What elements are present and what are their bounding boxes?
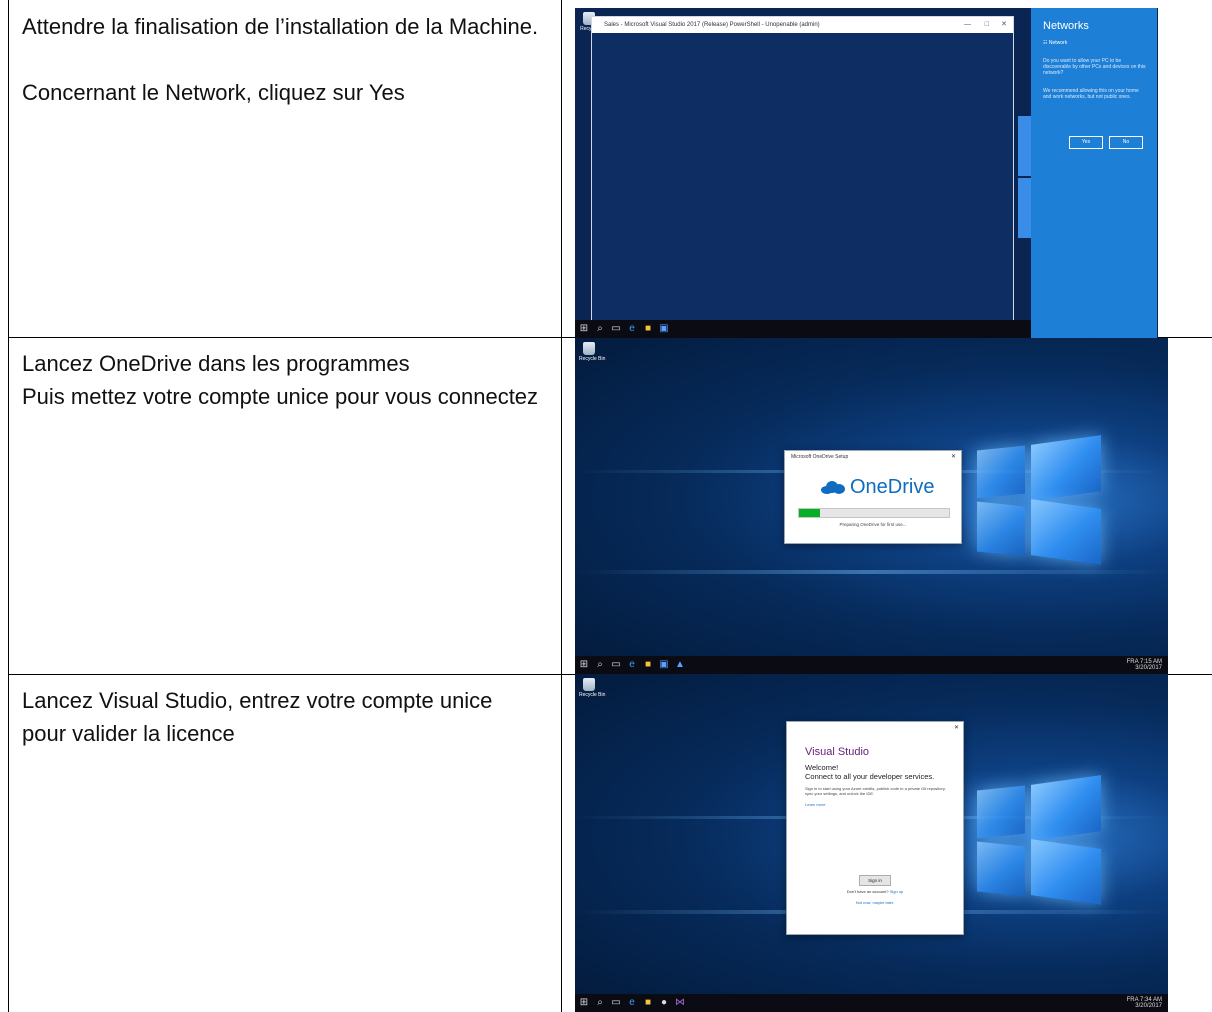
powershell-icon[interactable]: ▣ — [659, 660, 669, 670]
search-icon[interactable]: ⌕ — [595, 660, 605, 670]
recycle-bin-icon[interactable]: Recycle Bin — [579, 678, 605, 698]
tray-date: 3/20/2017 — [1135, 1003, 1162, 1009]
recommendation-text: We recommend allowing this on your home … — [1043, 88, 1139, 100]
window-titlebar: Sales - Microsoft Visual Studio 2017 (Re… — [592, 17, 1013, 33]
taskbar: ⊞ ⌕ ▭ e ■ ● ⋈ FRA 7:34 AM 3/20/2017 — [575, 994, 1168, 1012]
console-area[interactable] — [592, 33, 1013, 325]
tray-date: 3/20/2017 — [1135, 665, 1162, 671]
file-explorer-icon[interactable]: ■ — [643, 660, 653, 670]
file-explorer-icon[interactable]: ■ — [643, 324, 653, 334]
search-icon[interactable]: ⌕ — [595, 324, 605, 334]
window-title: Sales - Microsoft Visual Studio 2017 (Re… — [604, 22, 820, 28]
start-icon[interactable]: ⊞ — [579, 660, 589, 670]
networks-title: Networks — [1043, 20, 1089, 32]
step-1-text: Attendre la finalisation de l’installati… — [22, 10, 542, 109]
discoverable-question: Do you want to allow your PC to be disco… — [1043, 58, 1146, 76]
taskbar: ⊞ ⌕ ▭ e ■ ▣ — [575, 320, 1031, 338]
settings-icon[interactable]: ● — [659, 998, 669, 1008]
file-explorer-icon[interactable]: ■ — [643, 998, 653, 1008]
close-icon[interactable]: ✕ — [954, 724, 959, 731]
start-icon[interactable]: ⊞ — [579, 998, 589, 1008]
signin-description: Sign in to start using your Azure credit… — [805, 786, 946, 796]
sign-in-button[interactable]: Sign in — [859, 875, 891, 886]
dialog-titlebar: Microsoft OneDrive Setup ✕ — [785, 451, 961, 463]
no-button[interactable]: No — [1109, 136, 1143, 149]
progress-fill — [799, 509, 820, 517]
task-view-icon[interactable]: ▭ — [611, 660, 621, 670]
step-3-line-1: Lancez Visual Studio, entrez votre compt… — [22, 688, 493, 746]
search-icon[interactable]: ⌕ — [595, 998, 605, 1008]
edge-icon[interactable]: e — [627, 998, 637, 1008]
task-view-icon[interactable]: ▭ — [611, 324, 621, 334]
screenshot-network-prompt: Recycle Sales - Microsoft Visual Studio … — [575, 8, 1158, 338]
not-now-link[interactable]: Not now, maybe later. — [787, 900, 963, 905]
screenshot-visual-studio-signin: Recycle Bin ✕ Visual Studio Welcome! Con… — [575, 674, 1168, 1012]
visual-studio-brand: Visual Studio — [805, 746, 870, 758]
table-border-left — [8, 0, 9, 1012]
powershell-icon[interactable]: ▣ — [659, 324, 669, 334]
table-column-divider — [561, 0, 562, 1012]
networks-panel: Networks ☷ Network Do you want to allow … — [1031, 8, 1157, 338]
step-2-text: Lancez OneDrive dans les programmes Puis… — [22, 347, 542, 413]
onedrive-setup-icon[interactable]: ▲ — [675, 660, 685, 670]
step-2-line-2: Puis mettez votre compte unice pour vous… — [22, 384, 539, 409]
welcome-heading: Welcome! — [805, 763, 839, 772]
start-icon[interactable]: ⊞ — [579, 324, 589, 334]
onedrive-setup-dialog: Microsoft OneDrive Setup ✕ OneDrive Prep… — [784, 450, 962, 544]
network-name: ☷ Network — [1043, 40, 1068, 46]
connect-heading: Connect to all your developer services. — [805, 772, 935, 781]
instruction-table: Attendre la finalisation de l’installati… — [0, 0, 1212, 1012]
learn-more-link[interactable]: Learn more — [805, 802, 825, 807]
screenshot-onedrive-setup: Recycle Bin Microsoft OneDrive Setup ✕ O… — [575, 338, 1168, 674]
onedrive-logo: OneDrive — [821, 475, 934, 499]
edge-icon[interactable]: e — [627, 660, 637, 670]
step-2-line-1: Lancez OneDrive dans les programmes — [22, 351, 410, 376]
setup-status: Preparing OneDrive for first use... — [839, 522, 907, 527]
edge-icon[interactable]: e — [627, 324, 637, 334]
step-1-line-2: Concernant le Network, cliquez sur Yes — [22, 80, 405, 105]
visual-studio-icon[interactable]: ⋈ — [675, 998, 685, 1008]
no-account-text: Don't have an account? Sign up — [846, 889, 904, 894]
powershell-window[interactable]: Sales - Microsoft Visual Studio 2017 (Re… — [591, 16, 1014, 326]
cloud-icon — [821, 480, 845, 494]
recycle-bin-icon[interactable]: Recycle Bin — [579, 342, 605, 362]
close-icon[interactable]: ✕ — [951, 453, 956, 461]
visual-studio-welcome-dialog: ✕ Visual Studio Welcome! Connect to all … — [786, 721, 964, 935]
sign-up-link[interactable]: Sign up — [890, 889, 904, 894]
dialog-title: Microsoft OneDrive Setup — [791, 454, 849, 460]
task-view-icon[interactable]: ▭ — [611, 998, 621, 1008]
step-3-text: Lancez Visual Studio, entrez votre compt… — [22, 684, 542, 750]
onedrive-brand: OneDrive — [850, 475, 935, 498]
setup-progress-bar — [798, 508, 950, 518]
taskbar: ⊞ ⌕ ▭ e ■ ▣ ▲ FRA 7:15 AM 3/20/2017 — [575, 656, 1168, 674]
maximize-icon[interactable]: □ — [985, 17, 989, 33]
yes-button[interactable]: Yes — [1069, 136, 1103, 149]
system-tray: FRA 7:15 AM 3/20/2017 — [1127, 659, 1162, 671]
step-1-line-1: Attendre la finalisation de l’installati… — [22, 14, 539, 39]
system-tray: FRA 7:34 AM 3/20/2017 — [1127, 997, 1162, 1009]
minimize-icon[interactable]: — — [964, 17, 971, 33]
close-icon[interactable]: ✕ — [1001, 17, 1007, 33]
